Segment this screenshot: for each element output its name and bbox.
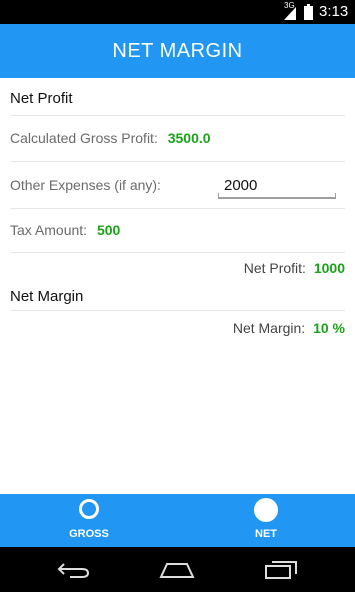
status-bar: 3G 3:13 (0, 0, 355, 24)
divider (10, 252, 345, 253)
gross-profit-value: 3500.0 (167, 130, 211, 146)
net-margin-heading: Net Margin (10, 288, 84, 305)
tab-gross[interactable]: GROSS (31, 494, 151, 547)
net-profit-row: Net Profit: 1000 (244, 260, 345, 276)
gross-profit-label: Calculated Gross Profit: (10, 130, 158, 146)
bottom-tab-bar: GROSS NET (0, 494, 355, 547)
page-title: NET MARGIN (112, 39, 243, 62)
divider (10, 310, 345, 311)
net-margin-value: 10 % (313, 320, 345, 336)
other-expenses-label: Other Expenses (if any): (10, 177, 161, 193)
recent-apps-icon[interactable] (264, 560, 298, 580)
tax-amount-label: Tax Amount: (10, 222, 88, 238)
tab-gross-label: GROSS (69, 528, 109, 540)
net-margin-row: Net Margin: 10 % (233, 320, 345, 336)
app-bar: NET MARGIN (0, 24, 355, 78)
radio-selected-icon (254, 498, 278, 522)
divider (10, 115, 345, 116)
tab-net-label: NET (255, 528, 277, 540)
clock: 3:13 (319, 3, 349, 20)
system-nav-bar (0, 547, 355, 592)
net-margin-label: Net Margin: (232, 320, 306, 336)
other-expenses-input[interactable] (218, 173, 336, 197)
divider (10, 208, 345, 209)
back-icon[interactable] (56, 561, 92, 579)
net-profit-heading: Net Profit (10, 90, 73, 107)
net-profit-value: 1000 (313, 260, 345, 276)
battery-icon (304, 4, 313, 20)
tab-net[interactable]: NET (208, 494, 328, 547)
home-icon[interactable] (159, 561, 195, 579)
divider (10, 161, 345, 162)
gross-profit-row: Calculated Gross Profit: 3500.0 (10, 130, 211, 146)
input-underline (218, 193, 336, 199)
signal-icon (284, 7, 296, 20)
radio-unselected-icon (79, 499, 99, 519)
other-expenses-field-wrap (218, 173, 336, 199)
tax-amount-row: Tax Amount: 500 (10, 222, 120, 238)
net-profit-label: Net Profit: (243, 260, 306, 276)
tax-amount-value: 500 (96, 222, 121, 238)
